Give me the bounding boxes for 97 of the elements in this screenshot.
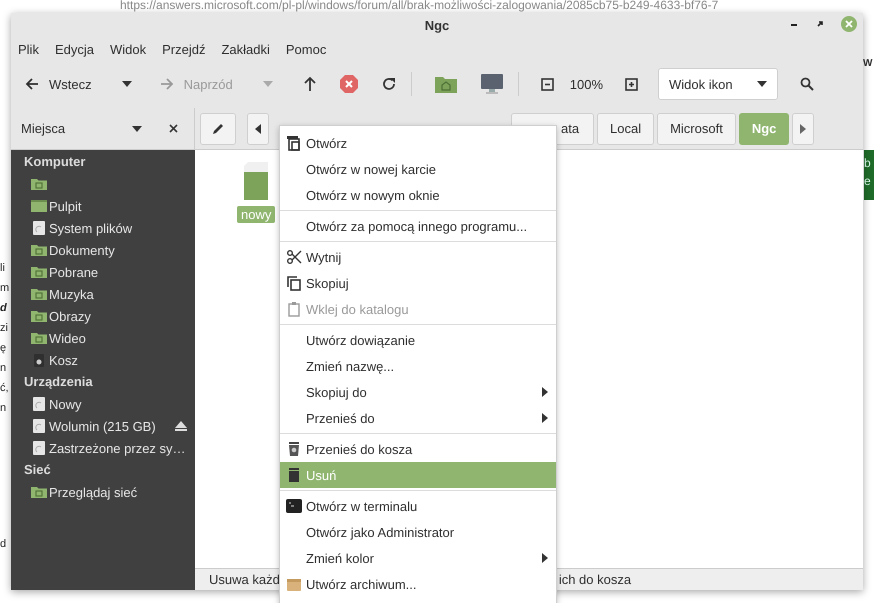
drive-icon[interactable] — [31, 418, 47, 434]
status-text: Usuwa każd — [209, 572, 280, 587]
menu-item[interactable]: Otwórz w terminalu — [280, 493, 556, 519]
up-arrow-icon[interactable] — [302, 76, 317, 92]
submenu-arrow-icon — [542, 553, 548, 563]
zoom-out-icon[interactable] — [540, 78, 554, 90]
page-text: d — [0, 537, 6, 552]
eject-icon[interactable] — [175, 420, 187, 432]
menu-item[interactable]: Zmień nazwę... — [280, 353, 556, 379]
dropdown-icon[interactable] — [132, 126, 142, 132]
sidebar-item[interactable]: Nowy — [49, 396, 82, 412]
page-text: ć, — [0, 381, 9, 396]
home-folder-icon[interactable] — [434, 74, 458, 94]
back-arrow-icon — [25, 77, 39, 91]
sidebar-heading: Sieć — [23, 461, 52, 479]
page-text: n — [0, 401, 6, 416]
sidebar-item[interactable]: Dokumenty — [49, 242, 115, 258]
drive-icon[interactable] — [31, 220, 47, 236]
sidebar-item[interactable]: Muzyka — [49, 286, 94, 302]
sidebar-item[interactable]: Zastrzeżone przez sy… — [49, 440, 186, 456]
sidebar-item[interactable]: System plików — [49, 220, 132, 236]
sidebar-item[interactable]: Kosz — [49, 352, 78, 368]
sidebar-item[interactable]: Wolumin (215 GB) — [49, 418, 156, 434]
recycle-bin-icon — [286, 441, 302, 457]
clipboard-icon — [286, 301, 302, 317]
menu-item[interactable]: Pomoc — [286, 40, 334, 58]
menu-item[interactable]: Otwórz w nowej karcie — [280, 156, 556, 182]
menu-item[interactable]: Edycja — [54, 40, 102, 58]
page-text: m — [0, 281, 10, 296]
pencil-icon — [211, 122, 225, 136]
menu-item[interactable]: Przenieś do kosza — [280, 436, 556, 462]
sidebar-heading: Komputer — [23, 153, 86, 171]
scissors-icon — [286, 249, 302, 265]
menu-item[interactable]: Otwórz jako Administrator — [280, 519, 556, 545]
page-text: W — [863, 58, 872, 69]
sidebar-item[interactable]: Pobrane — [49, 264, 98, 280]
menu-item[interactable]: Plik — [18, 40, 47, 58]
sidebar-item[interactable]: Przeglądaj sieć — [49, 484, 138, 500]
caret-icon — [757, 81, 768, 87]
menu-item[interactable]: Zakładki — [221, 40, 278, 58]
menu-item[interactable]: Przejdź — [162, 40, 214, 58]
folder-icon[interactable] — [244, 162, 268, 200]
sidebar-heading: Urządzenia — [23, 373, 94, 391]
submenu-arrow-icon — [542, 387, 548, 397]
sidebar-item[interactable]: Wideo — [49, 330, 86, 346]
page-text: n — [0, 361, 6, 376]
menu-item[interactable]: Widok — [110, 40, 154, 58]
menu-item[interactable]: Zmień kolor — [280, 545, 556, 571]
scroll-left-button[interactable] — [247, 112, 269, 144]
close-icon[interactable] — [169, 124, 178, 133]
window-title: Ngc — [424, 18, 450, 33]
menu-item[interactable]: Utwórz dowiązanie — [280, 327, 556, 353]
restore-icon[interactable] — [815, 19, 825, 29]
address-text: https://answers.microsoft.com/pl-pl/windows/forum/all/brak-możliwości-zalogowania/2085cb75-b249-4633-bf76-7 — [120, 0, 718, 12]
stop-icon[interactable] — [338, 74, 359, 94]
status-text: ich do kosza — [558, 572, 632, 587]
reload-icon[interactable] — [380, 76, 397, 92]
menu-item[interactable]: Wytnij — [280, 244, 556, 270]
page-text: zi — [0, 321, 8, 336]
terminal-icon — [286, 498, 302, 514]
menu-item[interactable]: Skopiuj — [280, 270, 556, 296]
page-text: d — [0, 301, 7, 316]
page-banner: b e — [864, 150, 874, 200]
submenu-arrow-icon — [542, 413, 548, 423]
drive-icon[interactable] — [31, 440, 47, 456]
menu-item[interactable]: Otwórz w nowym oknie — [280, 182, 556, 208]
right-arrow-icon — [800, 124, 806, 134]
dropdown-icon[interactable] — [122, 81, 132, 87]
bin-icon[interactable] — [31, 352, 47, 368]
menu-item[interactable]: Utwórz archiwum... — [280, 571, 556, 597]
computer-icon[interactable] — [480, 73, 504, 95]
scroll-right-button[interactable] — [792, 112, 814, 144]
page-text: li — [0, 261, 5, 276]
copy-icon — [286, 275, 302, 291]
forward-arrow-icon — [160, 77, 174, 91]
search-icon[interactable] — [800, 77, 814, 91]
menu-item[interactable]: Otwórz za pomocą innego programu... — [280, 213, 556, 239]
view-dropdown[interactable]: Widok ikon — [658, 68, 778, 100]
desktop-icon[interactable] — [31, 198, 47, 214]
path-crumb[interactable]: Microsoft — [657, 112, 736, 144]
trash-icon — [286, 467, 302, 483]
zoom-level: 100% — [570, 76, 604, 92]
menu-item[interactable]: Otwórz — [280, 130, 556, 156]
sidebar-item[interactable]: Pulpit — [49, 198, 82, 214]
zoom-in-icon[interactable] — [625, 78, 638, 90]
back-button[interactable]: Wstecz — [23, 74, 94, 94]
page-text: ę — [0, 341, 6, 356]
menu-item[interactable]: Przenieś do — [280, 405, 556, 431]
sidebar-item[interactable]: Obrazy — [49, 308, 91, 324]
stacked-windows-icon — [286, 135, 302, 151]
path-crumb[interactable]: Local — [597, 112, 654, 144]
sidebar-title: Miejsca — [21, 121, 66, 136]
box-icon — [286, 576, 302, 592]
menu-item[interactable]: Skopiuj do — [280, 379, 556, 405]
edit-path-button[interactable] — [200, 112, 236, 144]
left-arrow-icon — [255, 124, 261, 134]
drive-icon[interactable] — [31, 396, 47, 412]
